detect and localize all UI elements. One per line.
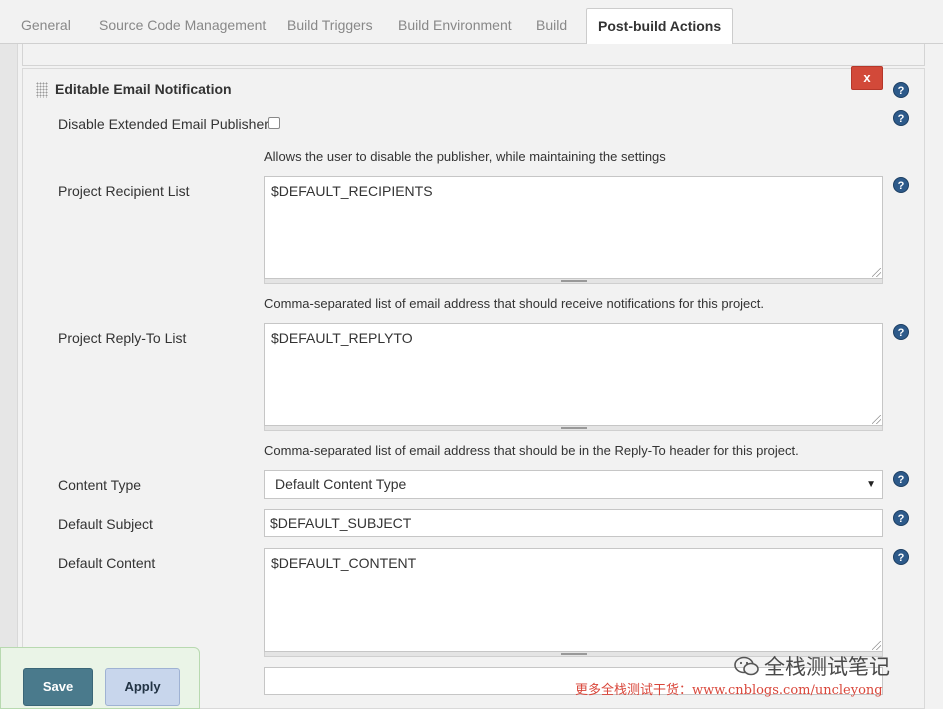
default-content-value: $DEFAULT_CONTENT <box>271 555 417 571</box>
content-type-label: Content Type <box>58 477 142 493</box>
tab-general[interactable]: General <box>21 8 71 44</box>
disable-publisher-label: Disable Extended Email Publisher <box>58 116 269 132</box>
wechat-icon <box>734 656 759 676</box>
default-subject-input[interactable]: $DEFAULT_SUBJECT <box>264 509 883 537</box>
default-subject-value: $DEFAULT_SUBJECT <box>270 515 412 531</box>
section-title: Editable Email Notification <box>55 81 232 97</box>
tab-bar: General Source Code Management Build Tri… <box>0 0 943 45</box>
dropdown-arrow-icon: ▼ <box>866 479 876 490</box>
delete-section-button[interactable]: x <box>851 66 883 90</box>
drag-handle-icon[interactable] <box>36 82 48 98</box>
default-subject-label: Default Subject <box>58 516 153 532</box>
recipient-list-value: $DEFAULT_RECIPIENTS <box>271 183 433 199</box>
tab-build[interactable]: Build <box>536 8 567 44</box>
disable-publisher-checkbox[interactable] <box>268 117 280 129</box>
help-icon[interactable]: ? <box>893 471 909 487</box>
save-button[interactable]: Save <box>23 668 93 706</box>
resize-grip-icon[interactable] <box>872 641 881 650</box>
help-icon[interactable]: ? <box>893 177 909 193</box>
default-content-label: Default Content <box>58 555 156 571</box>
help-icon[interactable]: ? <box>893 324 909 340</box>
apply-button[interactable]: Apply <box>105 668 180 706</box>
content-type-select[interactable]: Default Content Type ▼ <box>264 470 883 499</box>
recipient-list-textarea[interactable]: $DEFAULT_RECIPIENTS <box>264 176 883 279</box>
textarea-resize-bar[interactable] <box>264 426 883 431</box>
tab-build-triggers[interactable]: Build Triggers <box>287 8 373 44</box>
watermark-line: 更多全栈测试干货：www.cnblogs.com/uncleyong <box>575 683 883 698</box>
reply-to-list-description: Comma-separated list of email address th… <box>264 443 799 458</box>
resize-grip-icon[interactable] <box>872 415 881 424</box>
reply-to-list-textarea[interactable]: $DEFAULT_REPLYTO <box>264 323 883 426</box>
page-left-bar <box>0 44 18 709</box>
recipient-list-description: Comma-separated list of email address th… <box>264 296 765 311</box>
help-icon[interactable]: ? <box>893 110 909 126</box>
reply-to-list-label: Project Reply-To List <box>58 330 187 346</box>
textarea-resize-bar[interactable] <box>264 279 883 284</box>
tab-build-environment[interactable]: Build Environment <box>398 8 512 44</box>
tab-source-code-management[interactable]: Source Code Management <box>99 8 266 44</box>
default-content-textarea[interactable]: $DEFAULT_CONTENT <box>264 548 883 652</box>
help-icon[interactable]: ? <box>893 82 909 98</box>
recipient-list-label: Project Recipient List <box>58 183 190 199</box>
tab-post-build-actions[interactable]: Post-build Actions <box>586 8 734 45</box>
resize-grip-icon[interactable] <box>872 268 881 277</box>
help-icon[interactable]: ? <box>893 510 909 526</box>
disable-publisher-description: Allows the user to disable the publisher… <box>264 149 666 164</box>
previous-section-edge <box>22 44 925 66</box>
content-type-value: Default Content Type <box>275 476 407 492</box>
reply-to-list-value: $DEFAULT_REPLYTO <box>271 330 413 346</box>
help-icon[interactable]: ? <box>893 549 909 565</box>
watermark-brand: 全栈测试笔记 <box>764 655 890 679</box>
